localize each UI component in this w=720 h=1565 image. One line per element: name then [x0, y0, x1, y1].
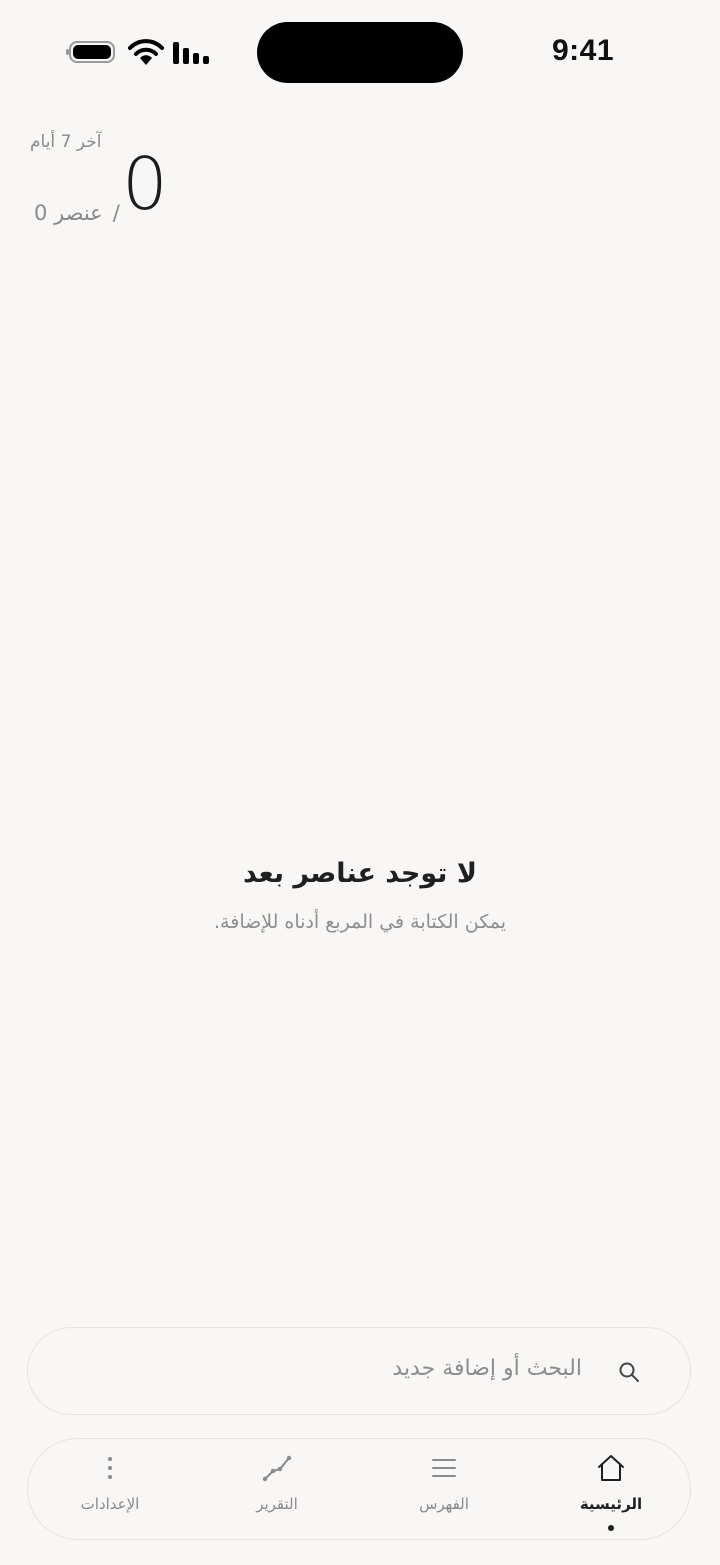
tab-report-label: التقرير — [256, 1495, 298, 1513]
bottom-tab-bar: الإعدادات التقرير الفهرس الرئيسية — [27, 1438, 691, 1540]
search-icon[interactable] — [618, 1361, 640, 1383]
more-vertical-icon — [108, 1457, 112, 1479]
summary-panel: آخر 7 أيام 0 0 عنصر / — [30, 132, 230, 242]
count-separator: / — [112, 201, 120, 225]
date-range-label: آخر 7 أيام — [30, 132, 102, 152]
search-placeholder: البحث أو إضافة جديد — [392, 1356, 582, 1381]
total-label: 0 عنصر — [34, 201, 103, 225]
tab-home-label: الرئيسية — [579, 1495, 643, 1513]
list-icon — [432, 1459, 456, 1477]
tab-index[interactable]: الفهرس — [379, 1439, 509, 1539]
active-tab-indicator — [608, 1525, 614, 1531]
empty-state-title: لا توجد عناصر بعد — [243, 858, 477, 889]
wifi-icon — [128, 39, 164, 65]
tab-settings-label: الإعدادات — [80, 1495, 140, 1513]
item-count: 0 — [122, 142, 168, 226]
tab-home[interactable]: الرئيسية — [546, 1439, 676, 1539]
chart-line-icon — [262, 1455, 292, 1482]
empty-state: لا توجد عناصر بعد يمكن الكتابة في المربع… — [0, 858, 720, 933]
tab-index-label: الفهرس — [419, 1495, 469, 1513]
dynamic-island — [257, 22, 463, 83]
status-bar: 9:41 — [0, 0, 720, 100]
empty-state-subtitle: يمكن الكتابة في المربع أدناه للإضافة. — [214, 911, 506, 933]
battery-icon — [66, 41, 115, 63]
total-row: 0 عنصر / — [34, 201, 120, 225]
home-icon — [598, 1455, 624, 1481]
tab-settings[interactable]: الإعدادات — [45, 1439, 175, 1539]
status-time: 9:41 — [551, 34, 614, 67]
tab-report[interactable]: التقرير — [212, 1439, 342, 1539]
signal-icon — [173, 42, 209, 64]
search-add-input[interactable]: البحث أو إضافة جديد — [27, 1327, 691, 1415]
